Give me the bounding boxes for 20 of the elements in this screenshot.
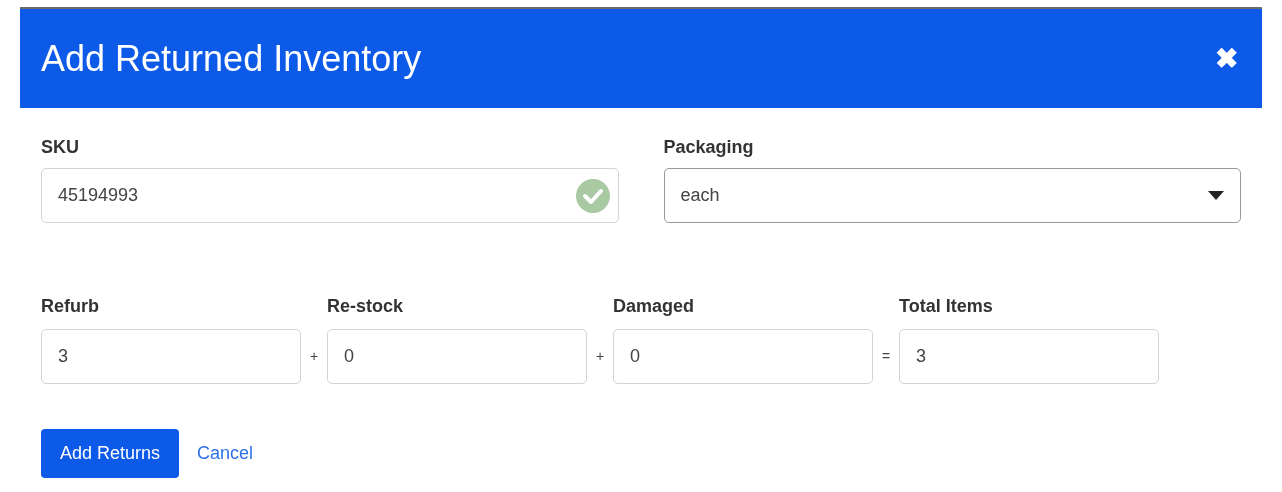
field-label: Total Items (899, 295, 994, 318)
field-label: Re-stock (327, 295, 405, 318)
cancel-link[interactable]: Cancel (197, 440, 254, 467)
field-label: Refurb (41, 295, 100, 318)
field-label: Damaged (613, 295, 696, 318)
dialog-title: Add Returned Inventory (41, 36, 422, 81)
quantity-field[interactable]: 0 (613, 329, 873, 384)
quantity-field[interactable]: 3 (41, 329, 301, 384)
operator-sign: = (880, 347, 892, 366)
operator-sign: + (594, 347, 606, 366)
field-label: Packaging (663, 136, 755, 159)
quantity-field[interactable]: 0 (327, 329, 587, 384)
caret-icon (1208, 191, 1224, 200)
field-label: SKU (41, 136, 80, 159)
packaging-select[interactable]: each (663, 168, 1241, 223)
quantity-field[interactable]: 3 (899, 329, 1159, 384)
operator-sign: + (308, 347, 320, 366)
close-button[interactable]: ✖ (1215, 44, 1238, 73)
sku-field[interactable]: 45194993 (41, 168, 619, 223)
add-returns-button[interactable]: Add Returns (41, 429, 180, 478)
